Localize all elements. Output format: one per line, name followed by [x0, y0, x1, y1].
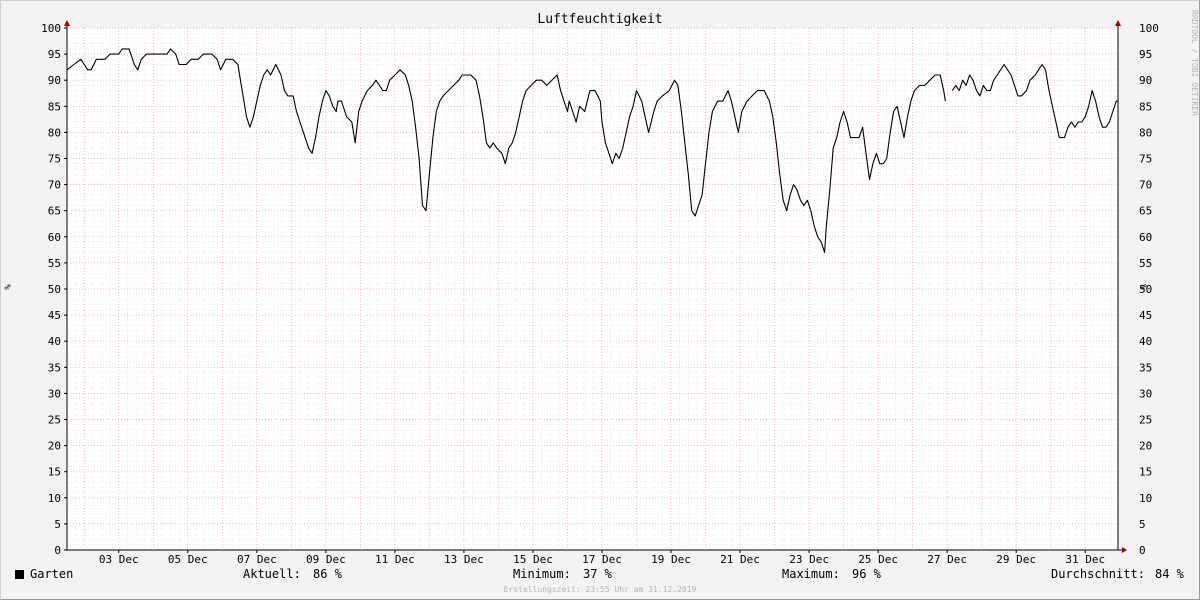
y-tick-label-right: 5: [1139, 518, 1146, 531]
y-tick-label-right: 65: [1139, 205, 1152, 218]
y-tick-label: 95: [48, 48, 61, 61]
legend-maximum-value: 96 %: [852, 567, 881, 581]
y-axis-arrow-right: [1115, 20, 1121, 26]
x-tick-label: 29 Dec: [996, 553, 1036, 566]
chart-title: Luftfeuchtigkeit: [537, 12, 662, 27]
x-tick-label: 31 Dec: [1065, 553, 1105, 566]
y-tick-label-right: 70: [1139, 179, 1152, 192]
legend-series-name: Garten: [30, 567, 74, 581]
y-tick-label: 90: [48, 74, 61, 87]
y-tick-label: 55: [48, 257, 61, 270]
y-tick-label-right: 85: [1139, 100, 1152, 113]
x-tick-label: 03 Dec: [99, 553, 139, 566]
y-tick-label-right: 35: [1139, 361, 1152, 374]
x-tick-label: 27 Dec: [927, 553, 967, 566]
y-tick-label: 60: [48, 231, 61, 244]
y-tick-label: 65: [48, 205, 61, 218]
x-axis-arrow: [1122, 547, 1127, 553]
creation-time-footer: Erstellungszeit: 23:55 Uhr am 31.12.2019: [503, 585, 697, 594]
x-tick-label: 25 Dec: [858, 553, 898, 566]
legend-average-label: Durchschnitt:: [1051, 567, 1145, 581]
x-tick-label: 17 Dec: [582, 553, 622, 566]
legend-average-value: 84 %: [1155, 567, 1184, 581]
y-tick-label: 100: [41, 22, 61, 35]
y-tick-label: 40: [48, 335, 61, 348]
legend-minimum-value: 37 %: [583, 567, 612, 581]
y-tick-label-right: 100: [1139, 22, 1159, 35]
y-tick-label: 10: [48, 492, 61, 505]
y-tick-label: 30: [48, 387, 61, 400]
y-tick-label-right: 75: [1139, 153, 1152, 166]
y-tick-label-right: 10: [1139, 492, 1152, 505]
x-tick-label: 11 Dec: [375, 553, 415, 566]
x-tick-label: 23 Dec: [789, 553, 829, 566]
y-axis-arrow: [64, 20, 70, 26]
y-tick-label-right: 55: [1139, 257, 1152, 270]
y-tick-label: 85: [48, 100, 61, 113]
legend-maximum-label: Maximum:: [782, 567, 840, 581]
rrdtool-watermark: RRDTOOL / TOBI OETIKER: [1190, 10, 1199, 116]
y-tick-label: 0: [54, 544, 61, 557]
y-tick-label-right: 40: [1139, 335, 1152, 348]
x-tick-label: 05 Dec: [168, 553, 208, 566]
y-tick-label-right: 15: [1139, 466, 1152, 479]
legend-current-value: 86 %: [313, 567, 342, 581]
humidity-chart: 0 0 5 5 10 10 15 15 20 20 25 25 30 30 35 35 40 40 45 45 50 5 0…: [41, 12, 1159, 566]
legend-swatch-garten: [15, 570, 24, 579]
y-tick-label: 5: [54, 518, 61, 531]
y-tick-label-right: 60: [1139, 231, 1152, 244]
y-tick-label-right: 45: [1139, 309, 1152, 322]
y-tick-label: 80: [48, 126, 61, 139]
y-tick-label-right: 30: [1139, 387, 1152, 400]
x-tick-label: 09 Dec: [306, 553, 346, 566]
y-axis-unit-left: %: [1, 284, 12, 290]
x-tick-label: 07 Dec: [237, 553, 277, 566]
y-tick-label-right: 80: [1139, 126, 1152, 139]
x-tick-label: 13 Dec: [444, 553, 484, 566]
y-tick-label: 15: [48, 466, 61, 479]
y-tick-label: 50: [48, 283, 61, 296]
legend-minimum-label: Minimum:: [513, 567, 571, 581]
legend-current-label: Aktuell:: [243, 567, 301, 581]
y-tick-label: 35: [48, 361, 61, 374]
y-tick-label: 45: [48, 309, 61, 322]
x-tick-label: 21 Dec: [720, 553, 760, 566]
y-tick-label-right: 0: [1139, 544, 1146, 557]
y-tick-label-right: 90: [1139, 74, 1152, 87]
y-axis-unit-right: %: [1137, 284, 1148, 290]
y-tick-label: 25: [48, 414, 61, 427]
y-tick-label-right: 20: [1139, 440, 1152, 453]
y-tick-label-right: 25: [1139, 414, 1152, 427]
y-tick-label-right: 95: [1139, 48, 1152, 61]
y-tick-label: 70: [48, 179, 61, 192]
x-tick-label: 19 Dec: [651, 553, 691, 566]
y-tick-label: 20: [48, 440, 61, 453]
y-tick-label: 75: [48, 153, 61, 166]
x-tick-label: 15 Dec: [513, 553, 553, 566]
